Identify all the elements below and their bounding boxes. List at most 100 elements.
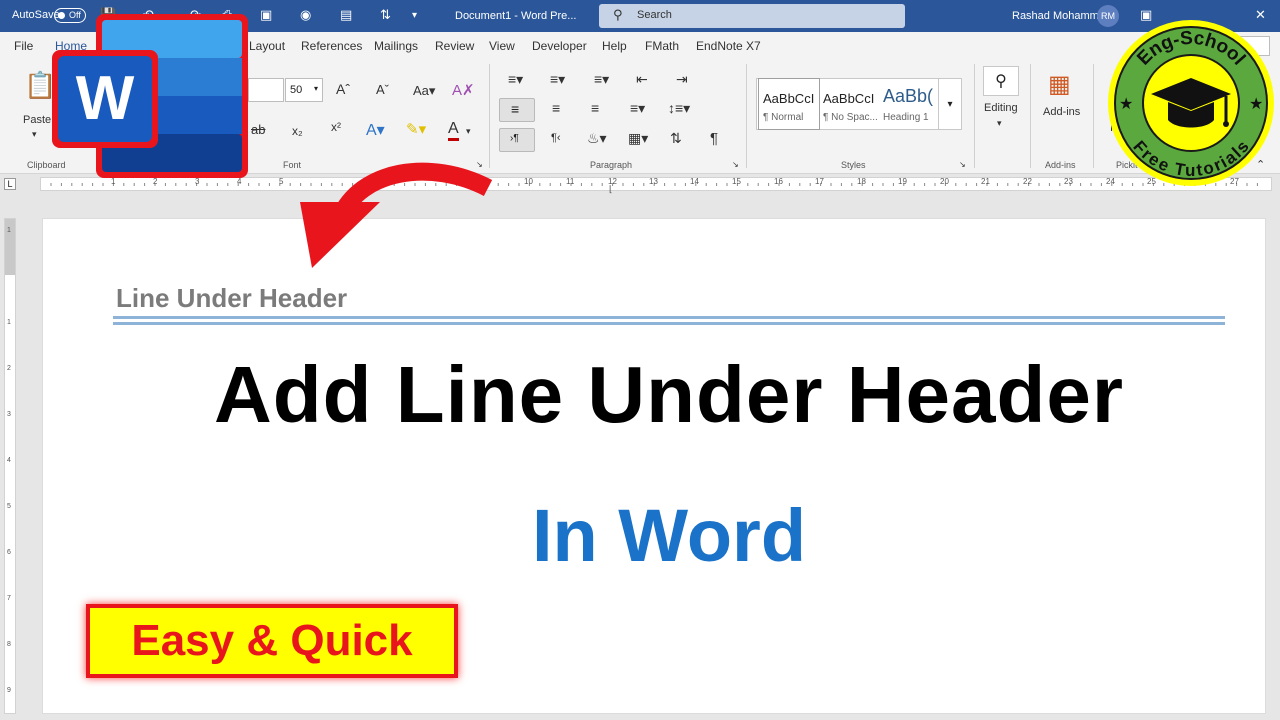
touch-mode-icon[interactable]: ▣ — [260, 7, 272, 23]
tab-endnote[interactable]: EndNote X7 — [696, 39, 761, 53]
increase-indent-icon[interactable]: ⇥ — [676, 71, 688, 88]
divider — [1093, 64, 1094, 168]
ruler-number: 21 — [981, 177, 990, 186]
shrink-font-icon[interactable]: Aˇ — [376, 82, 389, 97]
document-title: Document1 - Word Pre... — [455, 10, 577, 22]
ruler-number: 20 — [940, 177, 949, 186]
search-box[interactable]: ⚲ Search — [599, 4, 905, 28]
style-normal[interactable]: AaBbCcI ¶ Normal — [758, 78, 820, 130]
multilevel-list-icon[interactable]: ≡▾ — [594, 71, 609, 88]
style-name: ¶ Normal — [763, 112, 804, 123]
search-placeholder: Search — [637, 9, 672, 21]
borders-icon[interactable]: ▦▾ — [628, 130, 648, 147]
font-name-field[interactable] — [248, 78, 284, 102]
highlight-icon[interactable]: ✎▾ — [406, 120, 426, 138]
style-name: Heading 1 — [883, 112, 929, 123]
paragraph-group-label: Paragraph — [590, 160, 633, 170]
header-text[interactable]: Line Under Header — [116, 283, 347, 314]
justify-icon[interactable]: ≡▾ — [630, 100, 645, 117]
ruler-number: 2 — [7, 365, 11, 372]
decrease-indent-icon[interactable]: ⇤ — [636, 71, 648, 88]
subscript-icon[interactable]: x₂ — [292, 124, 303, 138]
ruler-number: 17 — [815, 177, 824, 186]
styles-dialog-launcher-icon[interactable]: ↘ — [959, 160, 966, 169]
show-marks-icon[interactable]: ¶ — [710, 130, 718, 147]
tab-review[interactable]: Review — [435, 39, 474, 53]
search-icon: ⚲ — [613, 7, 623, 22]
divider — [746, 64, 747, 168]
search-icon[interactable]: ⚲ — [983, 66, 1019, 96]
right-indent-marker[interactable]: ⌊ — [609, 184, 613, 195]
align-right-icon[interactable]: ≡ — [591, 100, 599, 116]
add-ins-group-label: Add-ins — [1045, 160, 1076, 170]
ltr-button[interactable]: ›¶ — [499, 128, 535, 152]
red-arrow-icon — [300, 162, 493, 268]
sort-icon[interactable]: ⇅ — [380, 7, 391, 23]
align-left-button[interactable]: ≡ — [499, 98, 535, 122]
shading-icon[interactable]: ♨▾ — [587, 130, 607, 147]
font-size-field[interactable]: 50 ▾ — [285, 78, 323, 102]
bullets-icon[interactable]: ≡▾ — [508, 71, 523, 88]
paragraph-dialog-launcher-icon[interactable]: ↘ — [732, 160, 739, 169]
paste-button[interactable]: Paste — [23, 114, 51, 126]
tab-help[interactable]: Help — [602, 39, 627, 53]
styles-more-button[interactable]: ▾ — [938, 78, 962, 130]
ruler-number: 7 — [7, 595, 11, 602]
page-title[interactable]: Add Line Under Header — [43, 349, 1280, 441]
star-icon: ★ — [1249, 96, 1263, 113]
style-heading-1[interactable]: AaBb( Heading 1 — [879, 79, 939, 129]
star-icon: ★ — [1119, 96, 1133, 113]
change-case-icon[interactable]: Aa▾ — [413, 83, 435, 99]
header-line-top — [113, 316, 1225, 319]
ruler-number: 1 — [7, 227, 11, 234]
vertical-ruler[interactable]: 1 1 2 3 4 5 6 7 8 9 — [4, 218, 16, 714]
ruler-number: 3 — [7, 411, 11, 418]
record-icon[interactable]: ◉ — [300, 7, 311, 23]
text-effects-icon[interactable]: A▾ — [366, 120, 385, 140]
ruler-number: 5 — [7, 503, 11, 510]
word-logo-icon: W — [52, 14, 248, 178]
grow-font-icon[interactable]: Aˆ — [336, 81, 350, 97]
font-color-icon[interactable]: A — [448, 120, 459, 141]
easy-quick-badge: Easy & Quick — [86, 604, 458, 678]
font-color-dropdown-icon[interactable]: ▾ — [466, 126, 471, 137]
style-no-spacing[interactable]: AaBbCcI ¶ No Spac... — [819, 79, 879, 129]
tab-fmath[interactable]: FMath — [645, 39, 679, 53]
tab-developer[interactable]: Developer — [532, 39, 587, 53]
tab-references[interactable]: References — [301, 39, 362, 53]
paste-dropdown-icon[interactable]: ▾ — [32, 129, 37, 140]
numbering-icon[interactable]: ≡▾ — [550, 71, 565, 88]
ruler-number: 13 — [649, 177, 658, 186]
sort-az-icon[interactable]: ⇅ — [670, 130, 682, 147]
ruler-number: 4 — [7, 457, 11, 464]
editing-dropdown-icon[interactable]: ▾ — [997, 118, 1002, 129]
page-subtitle[interactable]: In Word — [43, 493, 1280, 578]
ruler-number: 22 — [1023, 177, 1032, 186]
document-icon[interactable]: ▤ — [340, 7, 352, 23]
eng-school-logo-icon: Eng-School Free Tutorials ★ ★ — [1108, 20, 1274, 186]
ruler-number: 11 — [566, 177, 575, 186]
editing-button[interactable]: Editing — [984, 102, 1018, 114]
superscript-icon[interactable]: x² — [331, 120, 341, 134]
tab-layout[interactable]: Layout — [249, 39, 285, 53]
line-spacing-icon[interactable]: ↕≡▾ — [668, 100, 690, 117]
strikethrough-icon[interactable]: ab — [251, 122, 265, 137]
tab-selector[interactable]: L — [4, 178, 16, 190]
ruler-number: 14 — [690, 177, 699, 186]
add-ins-button[interactable]: Add-ins — [1043, 106, 1080, 118]
rtl-icon[interactable]: ¶‹ — [551, 132, 561, 144]
add-ins-icon[interactable]: ▦ — [1048, 70, 1071, 99]
ruler-number: 9 — [7, 687, 11, 694]
font-size-value: 50 — [290, 84, 303, 96]
ruler-number: 16 — [774, 177, 783, 186]
tab-file[interactable]: File — [14, 39, 33, 53]
ruler-number: 1 — [7, 319, 11, 326]
divider — [1030, 64, 1031, 168]
style-sample: AaBb( — [883, 86, 934, 106]
header-line-bottom — [113, 322, 1225, 325]
customize-qat-icon[interactable]: ▾ — [412, 10, 417, 21]
clear-formatting-icon[interactable]: A✗ — [452, 81, 475, 99]
tab-mailings[interactable]: Mailings — [374, 39, 418, 53]
align-center-icon[interactable]: ≡ — [552, 100, 560, 116]
tab-view[interactable]: View — [489, 39, 515, 53]
